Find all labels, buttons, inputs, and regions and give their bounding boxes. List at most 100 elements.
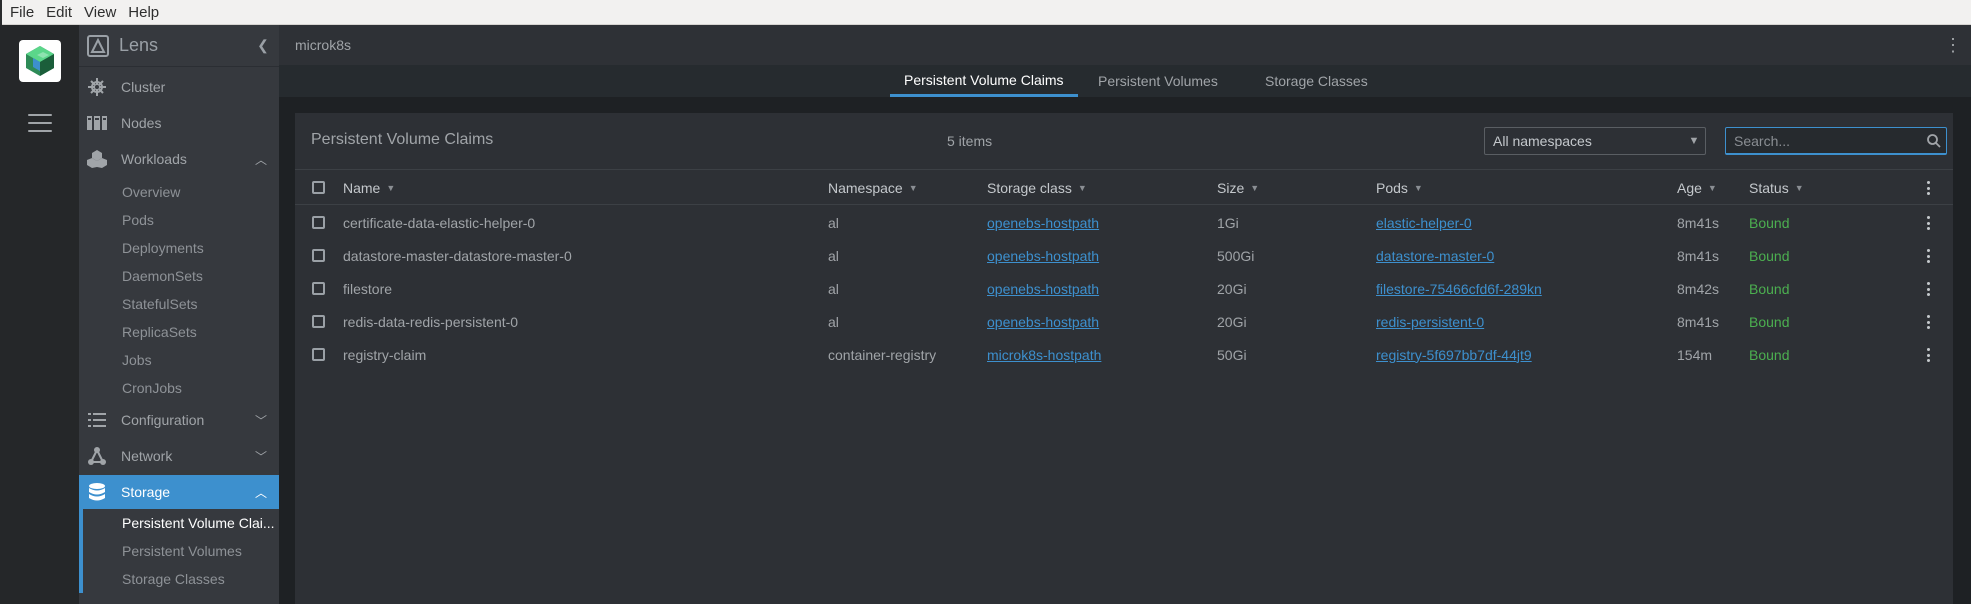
sidebar-item-network[interactable]: Network ﹀ bbox=[79, 439, 279, 473]
sidebar-subitem-persistent-volumes[interactable]: Persistent Volumes bbox=[79, 537, 279, 565]
cell-age: 8m41s bbox=[1677, 214, 1720, 231]
namespace-select[interactable]: All namespaces ▼ bbox=[1484, 127, 1706, 155]
cell-pods-link[interactable]: elastic-helper-0 bbox=[1376, 206, 1472, 239]
chevron-down-icon[interactable]: ﹀ bbox=[253, 448, 269, 465]
sidebar-item-configuration[interactable]: Configuration ﹀ bbox=[79, 403, 279, 437]
cell-age: 8m42s bbox=[1677, 280, 1720, 297]
table-row[interactable]: datastore-master-datastore-master-0 al o… bbox=[295, 239, 1953, 272]
cell-status: Bound bbox=[1749, 346, 1790, 363]
panel-header: Persistent Volume Claims 5 items All nam… bbox=[295, 113, 1953, 169]
cell-name: registry-claim bbox=[343, 346, 427, 363]
pvc-panel: Persistent Volume Claims 5 items All nam… bbox=[295, 113, 1953, 604]
app-title: Lens bbox=[119, 35, 159, 55]
row-menu-icon[interactable] bbox=[1926, 282, 1930, 296]
column-header-pods[interactable]: Pods ▼ bbox=[1376, 170, 1423, 206]
row-checkbox[interactable] bbox=[312, 315, 325, 328]
cell-size: 50Gi bbox=[1217, 346, 1247, 363]
sidebar-subitem-cronjobs[interactable]: CronJobs bbox=[79, 374, 279, 402]
menu-file[interactable]: File bbox=[4, 0, 40, 25]
cell-size: 1Gi bbox=[1217, 214, 1239, 231]
menu-view[interactable]: View bbox=[78, 0, 122, 25]
cell-storage-class-link[interactable]: openebs-hostpath bbox=[987, 206, 1099, 239]
sidebar-subitem-statefulsets[interactable]: StatefulSets bbox=[79, 290, 279, 318]
cell-pods-link[interactable]: registry-5f697bb7df-44jt9 bbox=[1376, 338, 1532, 371]
tab-persistent-volume-claims[interactable]: Persistent Volume Claims bbox=[890, 65, 1078, 97]
sort-icon: ▼ bbox=[1250, 183, 1260, 193]
row-checkbox[interactable] bbox=[312, 249, 325, 262]
sort-icon: ▼ bbox=[1077, 183, 1087, 193]
sort-icon: ▼ bbox=[1707, 183, 1717, 193]
sidebar-subitem-storage-classes[interactable]: Storage Classes bbox=[79, 565, 279, 593]
column-header-age[interactable]: Age ▼ bbox=[1677, 170, 1717, 206]
collapse-sidebar-icon[interactable]: ❮ bbox=[253, 37, 273, 54]
hamburger-menu-icon[interactable] bbox=[28, 114, 52, 132]
table-row[interactable]: redis-data-redis-persistent-0 al openebs… bbox=[295, 305, 1953, 338]
sidebar-item-cluster[interactable]: Cluster bbox=[79, 70, 279, 104]
select-all-checkbox[interactable] bbox=[312, 181, 325, 194]
chevron-up-icon[interactable]: ︿ bbox=[253, 484, 269, 501]
column-header-name[interactable]: Name ▼ bbox=[343, 170, 395, 206]
sidebar-subitem-deployments[interactable]: Deployments bbox=[79, 234, 279, 262]
tab-persistent-volumes[interactable]: Persistent Volumes bbox=[1084, 65, 1232, 97]
column-header-status[interactable]: Status ▼ bbox=[1749, 170, 1804, 206]
sidebar-subitem-daemonsets[interactable]: DaemonSets bbox=[79, 262, 279, 290]
chevron-up-icon[interactable]: ︿ bbox=[253, 151, 269, 168]
row-checkbox[interactable] bbox=[312, 282, 325, 295]
search-box[interactable] bbox=[1725, 127, 1947, 155]
sidebar-subitem-replicasets[interactable]: ReplicaSets bbox=[79, 318, 279, 346]
column-header-size[interactable]: Size ▼ bbox=[1217, 170, 1259, 206]
more-options-icon[interactable]: ⋮ bbox=[1941, 35, 1965, 56]
sidebar-item-nodes[interactable]: Nodes bbox=[79, 106, 279, 140]
row-menu-icon[interactable] bbox=[1926, 216, 1930, 230]
cell-namespace: al bbox=[828, 247, 839, 264]
row-checkbox[interactable] bbox=[312, 216, 325, 229]
menu-help[interactable]: Help bbox=[122, 0, 165, 25]
sidebar-item-storage[interactable]: Storage ︿ bbox=[79, 475, 279, 509]
table-row[interactable]: registry-claim container-registry microk… bbox=[295, 338, 1953, 371]
panel-title: Persistent Volume Claims bbox=[311, 131, 494, 148]
cell-status: Bound bbox=[1749, 247, 1790, 264]
column-header-namespace[interactable]: Namespace ▼ bbox=[828, 170, 918, 206]
cell-storage-class-link[interactable]: openebs-hostpath bbox=[987, 239, 1099, 272]
search-icon bbox=[1922, 133, 1946, 148]
column-header-storage-class[interactable]: Storage class ▼ bbox=[987, 170, 1087, 206]
sidebar-subitem-jobs[interactable]: Jobs bbox=[79, 346, 279, 374]
sidebar-subitem-pods[interactable]: Pods bbox=[79, 206, 279, 234]
cell-age: 8m41s bbox=[1677, 247, 1720, 264]
cell-storage-class-link[interactable]: openebs-hostpath bbox=[987, 272, 1099, 305]
cell-age: 8m41s bbox=[1677, 313, 1720, 330]
chevron-down-icon[interactable]: ﹀ bbox=[253, 412, 269, 429]
menubar: File Edit View Help bbox=[0, 0, 1971, 25]
cell-pods-link[interactable]: filestore-75466cfd6f-289kn bbox=[1376, 272, 1542, 305]
table-row[interactable]: filestore al openebs-hostpath 20Gi files… bbox=[295, 272, 1953, 305]
tab-storage-classes[interactable]: Storage Classes bbox=[1251, 65, 1382, 97]
cell-status: Bound bbox=[1749, 214, 1790, 231]
row-menu-icon[interactable] bbox=[1926, 249, 1930, 263]
sidebar-item-workloads[interactable]: Workloads ︿ bbox=[79, 142, 279, 176]
sidebar-subitem-overview[interactable]: Overview bbox=[79, 178, 279, 206]
search-input[interactable] bbox=[1734, 132, 1922, 149]
cell-storage-class-link[interactable]: microk8s-hostpath bbox=[987, 338, 1101, 371]
sidebar-header: Lens ❮ bbox=[79, 25, 279, 67]
cell-name: datastore-master-datastore-master-0 bbox=[343, 247, 572, 264]
cell-namespace: al bbox=[828, 214, 839, 231]
tabs-bar: Persistent Volume Claims Persistent Volu… bbox=[279, 65, 1971, 97]
cell-status: Bound bbox=[1749, 313, 1790, 330]
workloads-icon bbox=[87, 149, 107, 169]
cell-namespace: container-registry bbox=[828, 346, 937, 363]
cell-pods-link[interactable]: redis-persistent-0 bbox=[1376, 305, 1484, 338]
sidebar-subitem-persistent-volume-claims[interactable]: Persistent Volume Clai... bbox=[79, 509, 279, 537]
menu-edit[interactable]: Edit bbox=[40, 0, 78, 25]
network-icon bbox=[87, 446, 107, 466]
row-menu-icon[interactable] bbox=[1926, 315, 1930, 329]
chevron-down-icon: ▼ bbox=[1688, 135, 1700, 147]
cell-pods-link[interactable]: datastore-master-0 bbox=[1376, 239, 1494, 272]
cell-name: redis-data-redis-persistent-0 bbox=[343, 313, 519, 330]
table-row[interactable]: certificate-data-elastic-helper-0 al ope… bbox=[295, 206, 1953, 239]
cell-size: 20Gi bbox=[1217, 313, 1247, 330]
row-checkbox[interactable] bbox=[312, 348, 325, 361]
row-menu-icon[interactable] bbox=[1926, 348, 1930, 362]
columns-menu-icon[interactable] bbox=[1926, 181, 1930, 195]
cluster-logo-icon[interactable] bbox=[19, 40, 61, 82]
cell-storage-class-link[interactable]: openebs-hostpath bbox=[987, 305, 1099, 338]
